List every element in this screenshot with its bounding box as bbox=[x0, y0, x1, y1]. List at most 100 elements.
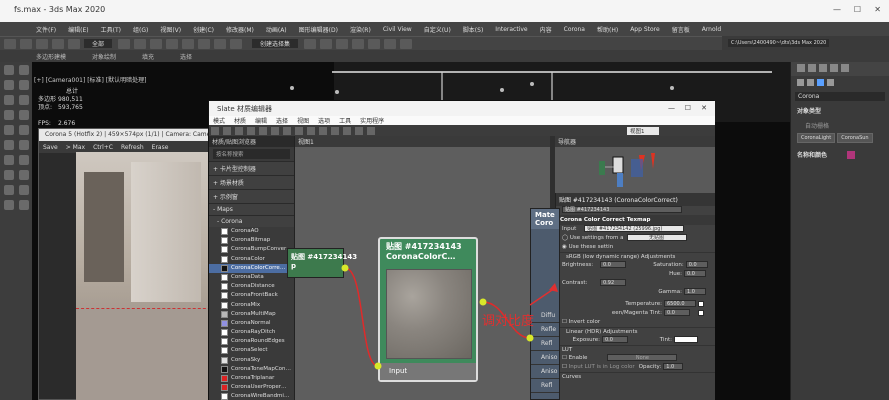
menu-item[interactable]: 渲染(R) bbox=[350, 25, 371, 34]
menu-item[interactable]: 创建(C) bbox=[193, 25, 214, 34]
menu-item[interactable]: 图形编辑器(D) bbox=[299, 25, 338, 34]
align-icon[interactable] bbox=[320, 38, 333, 49]
slot-aniso2[interactable]: Aniso bbox=[531, 365, 559, 379]
node-color-correct[interactable]: 贴图 #417234143 CoronaColorC… Input bbox=[378, 237, 478, 382]
slate-menu-item[interactable]: 选项 bbox=[318, 116, 330, 125]
node-input-slot[interactable]: Input bbox=[380, 363, 476, 380]
mirror-icon[interactable] bbox=[304, 38, 317, 49]
map-list-item[interactable]: CoronaWireBandmi… bbox=[209, 392, 294, 400]
map-list-item[interactable]: CoronaFrontBack bbox=[209, 291, 294, 300]
assign-material-icon[interactable] bbox=[247, 126, 255, 135]
tool-icon[interactable] bbox=[4, 65, 14, 75]
close-icon[interactable]: ✕ bbox=[874, 5, 881, 14]
map-list-item[interactable]: CoronaRayDitch bbox=[209, 328, 294, 337]
select-by-material-icon[interactable] bbox=[343, 126, 351, 135]
slate-menu-item[interactable]: 实用程序 bbox=[360, 116, 384, 125]
menu-item[interactable]: 脚本(S) bbox=[463, 25, 484, 34]
map-list-item[interactable]: CoronaNormal bbox=[209, 319, 294, 328]
slate-menu-item[interactable]: 视图 bbox=[297, 116, 309, 125]
move-children-icon[interactable] bbox=[271, 126, 279, 135]
slot-diffuse[interactable]: Diffu bbox=[531, 309, 559, 323]
slot-aniso[interactable]: Aniso bbox=[531, 351, 559, 365]
menu-item[interactable]: 组(G) bbox=[133, 25, 148, 34]
bind-spacewarp-icon[interactable] bbox=[68, 38, 80, 49]
tool-icon[interactable] bbox=[4, 185, 14, 195]
map-list-item[interactable]: CoronaRoundEdges bbox=[209, 337, 294, 346]
tool-icon[interactable] bbox=[19, 95, 29, 105]
slot-refl2[interactable]: Refl bbox=[531, 379, 559, 393]
viewport-label[interactable]: [+] [Camera001] [标准] [默认明暗处理] bbox=[34, 75, 146, 84]
tool-icon[interactable] bbox=[19, 185, 29, 195]
input-map-button[interactable]: 贴图 #417234142 (25996.jpg) bbox=[584, 225, 685, 232]
undo-icon[interactable] bbox=[4, 38, 16, 49]
browser-group[interactable]: + 示例窗 bbox=[209, 189, 294, 203]
slate-minimize-icon[interactable]: — bbox=[668, 104, 675, 112]
angle-snap-icon[interactable] bbox=[214, 38, 227, 49]
put-material-icon[interactable] bbox=[235, 126, 243, 135]
menu-item[interactable]: App Store bbox=[630, 26, 660, 33]
render-icon[interactable] bbox=[400, 38, 413, 49]
menu-item[interactable]: 工具(T) bbox=[101, 25, 121, 34]
tool-icon[interactable] bbox=[4, 140, 14, 150]
category-dropdown[interactable]: Corona bbox=[795, 92, 885, 101]
select-by-name-icon[interactable] bbox=[134, 38, 147, 49]
vfb-refresh-button[interactable]: Refresh bbox=[121, 144, 144, 151]
minimize-icon[interactable]: — bbox=[833, 5, 841, 14]
map-list-item[interactable]: CoronaToneMapCon… bbox=[209, 365, 294, 374]
unlink-icon[interactable] bbox=[52, 38, 64, 49]
map-list-item[interactable]: CoronaMultiMap bbox=[209, 310, 294, 319]
name-color-section[interactable]: 名称和颜色 bbox=[797, 150, 827, 159]
menu-item[interactable]: 动画(A) bbox=[266, 25, 287, 34]
map-list-item[interactable]: CoronaColor bbox=[209, 255, 294, 264]
tool-icon[interactable] bbox=[19, 110, 29, 120]
layout-all-icon[interactable] bbox=[307, 126, 315, 135]
map-name-field[interactable]: 贴图 #417234143 bbox=[562, 206, 682, 213]
geometry-icon[interactable] bbox=[797, 79, 804, 86]
maximize-icon[interactable]: ☐ bbox=[854, 5, 861, 14]
shapes-icon[interactable] bbox=[807, 79, 814, 86]
select-tool-icon[interactable] bbox=[211, 126, 219, 135]
tool-icon[interactable] bbox=[4, 95, 14, 105]
tint-gm-swatch[interactable] bbox=[698, 309, 704, 316]
motion-tab-icon[interactable] bbox=[830, 64, 838, 72]
menu-item[interactable]: 编辑(E) bbox=[68, 25, 88, 34]
exposure-input[interactable]: 0.0 bbox=[602, 336, 628, 343]
auto-grid-checkbox[interactable]: 自动栅格 bbox=[791, 118, 889, 133]
map-list-item[interactable]: CoronaMix bbox=[209, 301, 294, 310]
scale-icon[interactable] bbox=[182, 38, 195, 49]
ribbon-tab[interactable]: 多边形建模 bbox=[36, 52, 66, 61]
slate-menu-item[interactable]: 编辑 bbox=[255, 116, 267, 125]
lut-log-checkbox[interactable]: ☐ bbox=[562, 364, 569, 370]
ribbon-tab[interactable]: 对象绘制 bbox=[92, 52, 116, 61]
object-color-swatch[interactable] bbox=[847, 150, 856, 159]
object-type-section[interactable]: 对象类型 bbox=[791, 103, 889, 118]
delete-icon[interactable] bbox=[259, 126, 267, 135]
snap-icon[interactable] bbox=[198, 38, 211, 49]
tool-icon[interactable] bbox=[19, 155, 29, 165]
tool-icon[interactable] bbox=[19, 200, 29, 210]
bg-icon[interactable] bbox=[355, 126, 363, 135]
selection-set-dropdown[interactable]: 创建选择集 bbox=[252, 39, 299, 48]
modify-tab-icon[interactable] bbox=[808, 64, 816, 72]
slate-menu-item[interactable]: 选择 bbox=[276, 116, 288, 125]
tool-icon[interactable] bbox=[4, 200, 14, 210]
hue-input[interactable]: 0.0 bbox=[684, 270, 706, 277]
gamma-input[interactable]: 1.0 bbox=[684, 288, 706, 295]
map-list-item[interactable]: CoronaUserProper… bbox=[209, 383, 294, 392]
enable-checkbox[interactable]: ☐ bbox=[562, 355, 569, 361]
tool-icon[interactable] bbox=[19, 140, 29, 150]
render-setup-icon[interactable] bbox=[384, 38, 397, 49]
rotate-icon[interactable] bbox=[166, 38, 179, 49]
material-editor-icon[interactable] bbox=[368, 38, 381, 49]
vfb-copy-button[interactable]: Ctrl+C bbox=[93, 144, 113, 151]
map-list-item[interactable]: CoronaData bbox=[209, 273, 294, 282]
tool-icon[interactable] bbox=[4, 80, 14, 90]
browser-group[interactable]: - Maps bbox=[209, 203, 294, 215]
vfb-save-button[interactable]: Save bbox=[43, 144, 58, 151]
use-settings-map-button[interactable]: 无贴图 bbox=[626, 234, 687, 241]
temperature-input[interactable]: 6500.0 bbox=[664, 300, 696, 307]
section-color-correct[interactable]: Corona Color Correct Texmap bbox=[556, 215, 715, 225]
saturation-input[interactable]: 0.0 bbox=[685, 261, 708, 268]
create-tab-icon[interactable] bbox=[797, 64, 805, 72]
browser-search[interactable]: 按名称搜索 bbox=[213, 149, 290, 159]
